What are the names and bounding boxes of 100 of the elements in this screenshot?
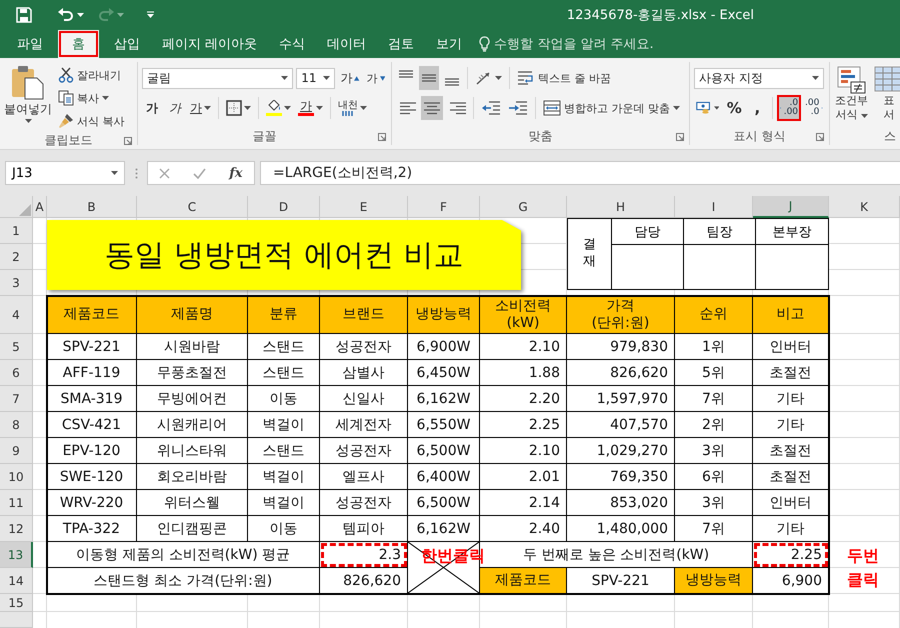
- ribbon-tab[interactable]: 삽입: [103, 30, 151, 58]
- table-cell: WRV-220: [47, 490, 137, 516]
- underline-button[interactable]: 가: [188, 96, 213, 120]
- row-header[interactable]: 11: [0, 490, 33, 516]
- ribbon-tab[interactable]: 수식: [268, 30, 316, 58]
- column-header[interactable]: J: [753, 196, 829, 218]
- middle-align-button[interactable]: [419, 66, 439, 90]
- merge-center-button[interactable]: 병합하고 가운데 맞춤: [541, 97, 682, 119]
- table-cell: 인디캠핑콘: [137, 516, 248, 542]
- table-cell: 삼별사: [320, 360, 408, 386]
- grow-font-button[interactable]: 가: [338, 66, 362, 90]
- wrap-text-button[interactable]: 텍스트 줄 바꿈: [515, 67, 613, 89]
- font-name-field[interactable]: 굴림: [142, 68, 294, 88]
- drag-handle-icon[interactable]: [134, 168, 138, 178]
- table-cell: 회오리바람: [137, 464, 248, 490]
- name-box[interactable]: J13: [5, 161, 125, 185]
- undo-icon: [58, 8, 74, 22]
- phonetic-guide-button[interactable]: 내천: [336, 96, 369, 120]
- scissors-icon: [58, 67, 74, 83]
- ribbon-tab[interactable]: 보기: [425, 30, 474, 58]
- conditional-format-button[interactable]: 조건부 서식: [834, 66, 869, 127]
- column-header[interactable]: C: [137, 196, 248, 218]
- column-heading: 브랜드: [320, 296, 408, 334]
- indent-icon: [508, 101, 528, 115]
- caret-icon: [860, 114, 868, 118]
- table-cell: 6,900: [753, 568, 829, 594]
- column-header[interactable]: A: [33, 196, 47, 218]
- table-cell: 2.01: [480, 464, 567, 490]
- dialog-launcher-icon[interactable]: [676, 133, 684, 141]
- clipboard-icon: [11, 64, 45, 100]
- caret-icon: [714, 106, 720, 110]
- row-header[interactable]: 13: [0, 542, 33, 568]
- dialog-launcher-icon[interactable]: [378, 133, 386, 141]
- font-color-button[interactable]: 가: [296, 96, 325, 120]
- shrink-font-button[interactable]: 가: [364, 66, 387, 90]
- table-cell: 979,830: [567, 334, 675, 360]
- caret-icon: [77, 13, 84, 17]
- redo-icon: [98, 8, 114, 22]
- column-header[interactable]: D: [248, 196, 320, 218]
- bold-button[interactable]: 가: [142, 96, 162, 120]
- ribbon-tab[interactable]: 데이터: [316, 30, 378, 58]
- ribbon-tab[interactable]: 검토: [377, 30, 426, 58]
- ribbon-tab[interactable]: 페이지 레이아웃: [151, 30, 268, 58]
- insert-function-button[interactable]: fx: [229, 166, 243, 180]
- table-cell: 벽걸이: [248, 464, 320, 490]
- border-icon: [226, 100, 242, 116]
- font-size-field[interactable]: 11: [296, 68, 336, 88]
- align-bottom-icon: [444, 78, 460, 86]
- format-as-table-button[interactable]: 표 서: [873, 66, 900, 127]
- italic-button[interactable]: 가: [165, 96, 185, 120]
- table-cell: SWE-120: [47, 464, 137, 490]
- column-header[interactable]: I: [675, 196, 753, 218]
- group-label: 스: [884, 128, 896, 144]
- column-header[interactable]: K: [829, 196, 900, 218]
- check-icon[interactable]: [193, 168, 206, 178]
- column-header[interactable]: G: [480, 196, 567, 218]
- increase-decimal-button[interactable]: .0 .00: [778, 96, 800, 120]
- cut-button[interactable]: 잘라내기: [56, 64, 126, 86]
- row-header[interactable]: 2: [0, 244, 33, 270]
- table-cell: 2위: [675, 412, 753, 438]
- paste-button[interactable]: 붙여넣기: [4, 62, 52, 132]
- row-header[interactable]: 5: [0, 334, 33, 360]
- column-header[interactable]: B: [47, 196, 137, 218]
- table-cell: 5위: [675, 360, 753, 386]
- row-header[interactable]: 4: [0, 296, 33, 334]
- caret-icon: [284, 106, 291, 110]
- bars-icon: [342, 110, 354, 116]
- decrease-decimal-button[interactable]: .00 .0: [803, 96, 825, 120]
- format-painter-button[interactable]: 서식 복사: [56, 110, 126, 132]
- row-header[interactable]: 9: [0, 438, 33, 464]
- ribbon-tab[interactable]: 파일: [6, 30, 54, 58]
- row-header[interactable]: 10: [0, 464, 33, 490]
- center-align-button[interactable]: [421, 96, 443, 120]
- ribbon-tab[interactable]: 홈: [58, 30, 99, 58]
- column-header[interactable]: H: [567, 196, 675, 218]
- column-heading: 소비전력 (kW): [480, 296, 567, 334]
- copy-button[interactable]: 복사: [56, 87, 126, 109]
- column-header[interactable]: F: [408, 196, 480, 218]
- tell-me-field[interactable]: 수행할 작업을 알려 주세요.: [494, 36, 714, 52]
- row-header[interactable]: 3: [0, 270, 33, 296]
- row-header[interactable]: 12: [0, 516, 33, 542]
- comma-style-button[interactable]: ,: [747, 96, 768, 120]
- row-header[interactable]: 14: [0, 568, 33, 594]
- row-header[interactable]: 8: [0, 412, 33, 438]
- row-header[interactable]: 6: [0, 360, 33, 386]
- approval-label: 결재: [568, 219, 612, 289]
- money-icon: [696, 100, 712, 116]
- merge-cells-icon: [543, 100, 561, 116]
- table-cell: 초절전: [753, 438, 829, 464]
- dialog-launcher-icon[interactable]: [816, 133, 824, 141]
- row-header[interactable]: 7: [0, 386, 33, 412]
- dialog-launcher-icon[interactable]: [124, 137, 132, 145]
- number-format-field[interactable]: 사용자 지정: [694, 68, 824, 88]
- percent-style-button[interactable]: %: [724, 96, 744, 120]
- formula-field[interactable]: =LARGE(소비전력,2): [260, 161, 900, 185]
- table-cell: AFF-119: [47, 360, 137, 386]
- column-header[interactable]: E: [320, 196, 408, 218]
- row-header[interactable]: 1: [0, 218, 33, 244]
- row-header[interactable]: 15: [0, 594, 33, 612]
- table-cell: 853,020: [567, 490, 675, 516]
